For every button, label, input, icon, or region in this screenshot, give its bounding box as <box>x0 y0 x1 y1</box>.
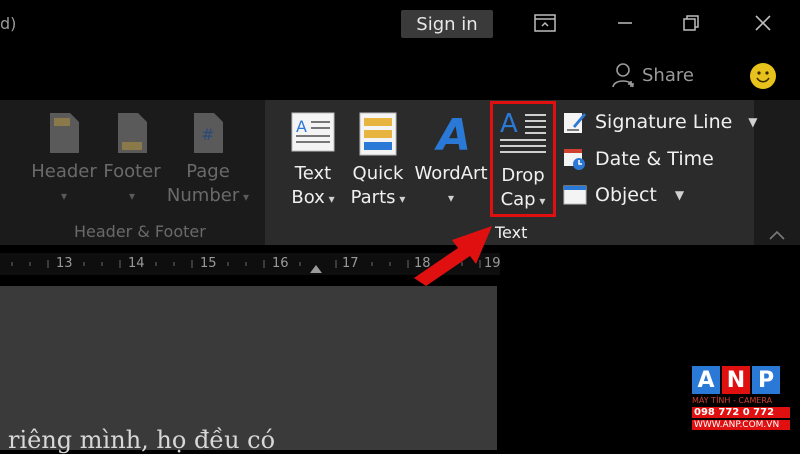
header-button[interactable]: Header ▾ <box>30 112 98 208</box>
minimize-button[interactable] <box>612 10 638 36</box>
object-icon <box>563 185 587 205</box>
close-icon <box>755 15 771 31</box>
wordart-icon: A <box>434 112 471 156</box>
wordart-button[interactable]: A WordArt ▾ <box>412 112 490 210</box>
svg-text:#: # <box>201 125 214 144</box>
sign-in-button[interactable]: Sign in <box>401 10 493 38</box>
ruler-tick-14: 14 <box>128 256 145 271</box>
watermark-website: WWW.ANP.COM.VN <box>692 420 790 430</box>
text-box-button[interactable]: A Text Box ▾ <box>284 112 342 211</box>
object-button[interactable]: Object ▼ <box>563 184 684 206</box>
indent-marker[interactable] <box>310 265 322 273</box>
ruler-tick-17: 17 <box>342 256 359 271</box>
footer-label: Footer <box>103 161 161 182</box>
watermark-tagline: MÁY TÍNH - CAMERA <box>692 396 773 405</box>
restore-ribbon-icon <box>534 14 556 32</box>
text-box-line1: Text <box>294 163 332 184</box>
ruler-tick-16: 16 <box>272 256 289 271</box>
page-number-button[interactable]: # Page Number ▾ <box>164 112 252 209</box>
date-time-label: Date & Time <box>595 148 714 170</box>
wordart-label: WordArt <box>414 163 488 184</box>
header-icon <box>50 113 79 153</box>
date-time-icon <box>564 149 585 170</box>
collapse-ribbon-icon <box>769 230 785 240</box>
maximize-button[interactable] <box>678 10 704 36</box>
watermark-letter-p: P <box>752 366 780 394</box>
quick-parts-icon <box>359 112 397 156</box>
text-box-line2: Box <box>291 187 325 208</box>
quick-parts-button[interactable]: Quick Parts ▾ <box>348 112 408 211</box>
ruler-tick-13: 13 <box>56 256 73 271</box>
collapse-ribbon-button[interactable] <box>768 226 786 245</box>
red-arrow-pointer <box>414 226 492 286</box>
page-number-icon: # <box>194 113 223 153</box>
smiley-icon[interactable] <box>750 63 776 89</box>
person-icon <box>612 63 634 88</box>
page-label: Page <box>186 161 230 182</box>
ribbon-dimmed-right <box>754 100 800 245</box>
close-button[interactable] <box>750 10 776 36</box>
drop-cap-highlight <box>490 101 556 217</box>
ribbon-display-options-button[interactable] <box>532 10 558 36</box>
share-button[interactable]: Share <box>612 62 694 88</box>
footer-button[interactable]: Footer ▾ <box>100 112 164 208</box>
minimize-icon <box>618 22 632 24</box>
watermark-phone: 098 772 0 772 <box>692 407 790 418</box>
svg-text:A: A <box>434 112 471 156</box>
window-title: d) <box>0 14 17 33</box>
quick-parts-line2: Parts <box>350 187 396 208</box>
header-footer-group-label: Header & Footer <box>74 222 206 241</box>
watermark-letter-n: N <box>722 366 750 394</box>
header-label: Header <box>31 161 97 182</box>
maximize-icon <box>683 15 699 31</box>
object-label: Object <box>595 184 657 206</box>
signature-line-button[interactable]: Signature Line ▼ <box>563 110 758 134</box>
watermark-letter-a: A <box>692 366 720 394</box>
anp-watermark: A N P MÁY TÍNH - CAMERA 098 772 0 772 WW… <box>692 366 790 430</box>
signature-line-icon <box>564 113 586 133</box>
svg-text:A: A <box>296 117 307 136</box>
number-label: Number <box>166 185 240 206</box>
text-box-icon: A <box>291 112 335 152</box>
date-time-button[interactable]: Date & Time <box>563 147 714 171</box>
quick-parts-line1: Quick <box>352 163 404 184</box>
share-label: Share <box>642 64 694 86</box>
signature-line-label: Signature Line <box>595 111 733 133</box>
ruler-tick-15: 15 <box>200 256 217 271</box>
footer-icon <box>118 113 147 153</box>
